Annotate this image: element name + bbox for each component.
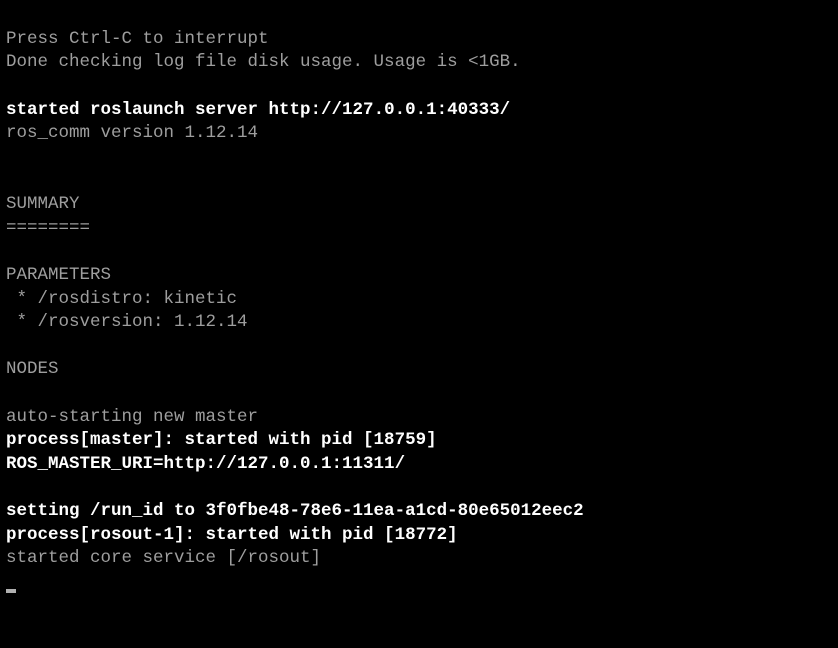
ros-comm-version: ros_comm version 1.12.14: [6, 123, 258, 143]
started-core-line: started core service [/rosout]: [6, 548, 321, 568]
roslaunch-server-line: started roslaunch server http://127.0.0.…: [6, 100, 510, 120]
auto-start-line: auto-starting new master: [6, 407, 258, 427]
param-rosversion: * /rosversion: 1.12.14: [6, 312, 248, 332]
summary-divider: ========: [6, 218, 90, 238]
terminal-output: Press Ctrl-C to interrupt Done checking …: [6, 4, 832, 595]
ros-master-uri-line: ROS_MASTER_URI=http://127.0.0.1:11311/: [6, 454, 405, 474]
nodes-header: NODES: [6, 359, 59, 379]
started-server-prefix: started roslaunch server: [6, 100, 269, 120]
process-rosout-line: process[rosout-1]: started with pid [187…: [6, 525, 458, 545]
parameters-header: PARAMETERS: [6, 265, 111, 285]
started-server-url: http://127.0.0.1:40333/: [269, 100, 511, 120]
summary-header: SUMMARY: [6, 194, 80, 214]
cursor-icon: [6, 589, 16, 593]
process-master-line: process[master]: started with pid [18759…: [6, 430, 437, 450]
param-rosdistro: * /rosdistro: kinetic: [6, 289, 237, 309]
run-id-line: setting /run_id to 3f0fbe48-78e6-11ea-a1…: [6, 501, 584, 521]
interrupt-hint: Press Ctrl-C to interrupt: [6, 29, 269, 49]
log-check-line: Done checking log file disk usage. Usage…: [6, 52, 521, 72]
